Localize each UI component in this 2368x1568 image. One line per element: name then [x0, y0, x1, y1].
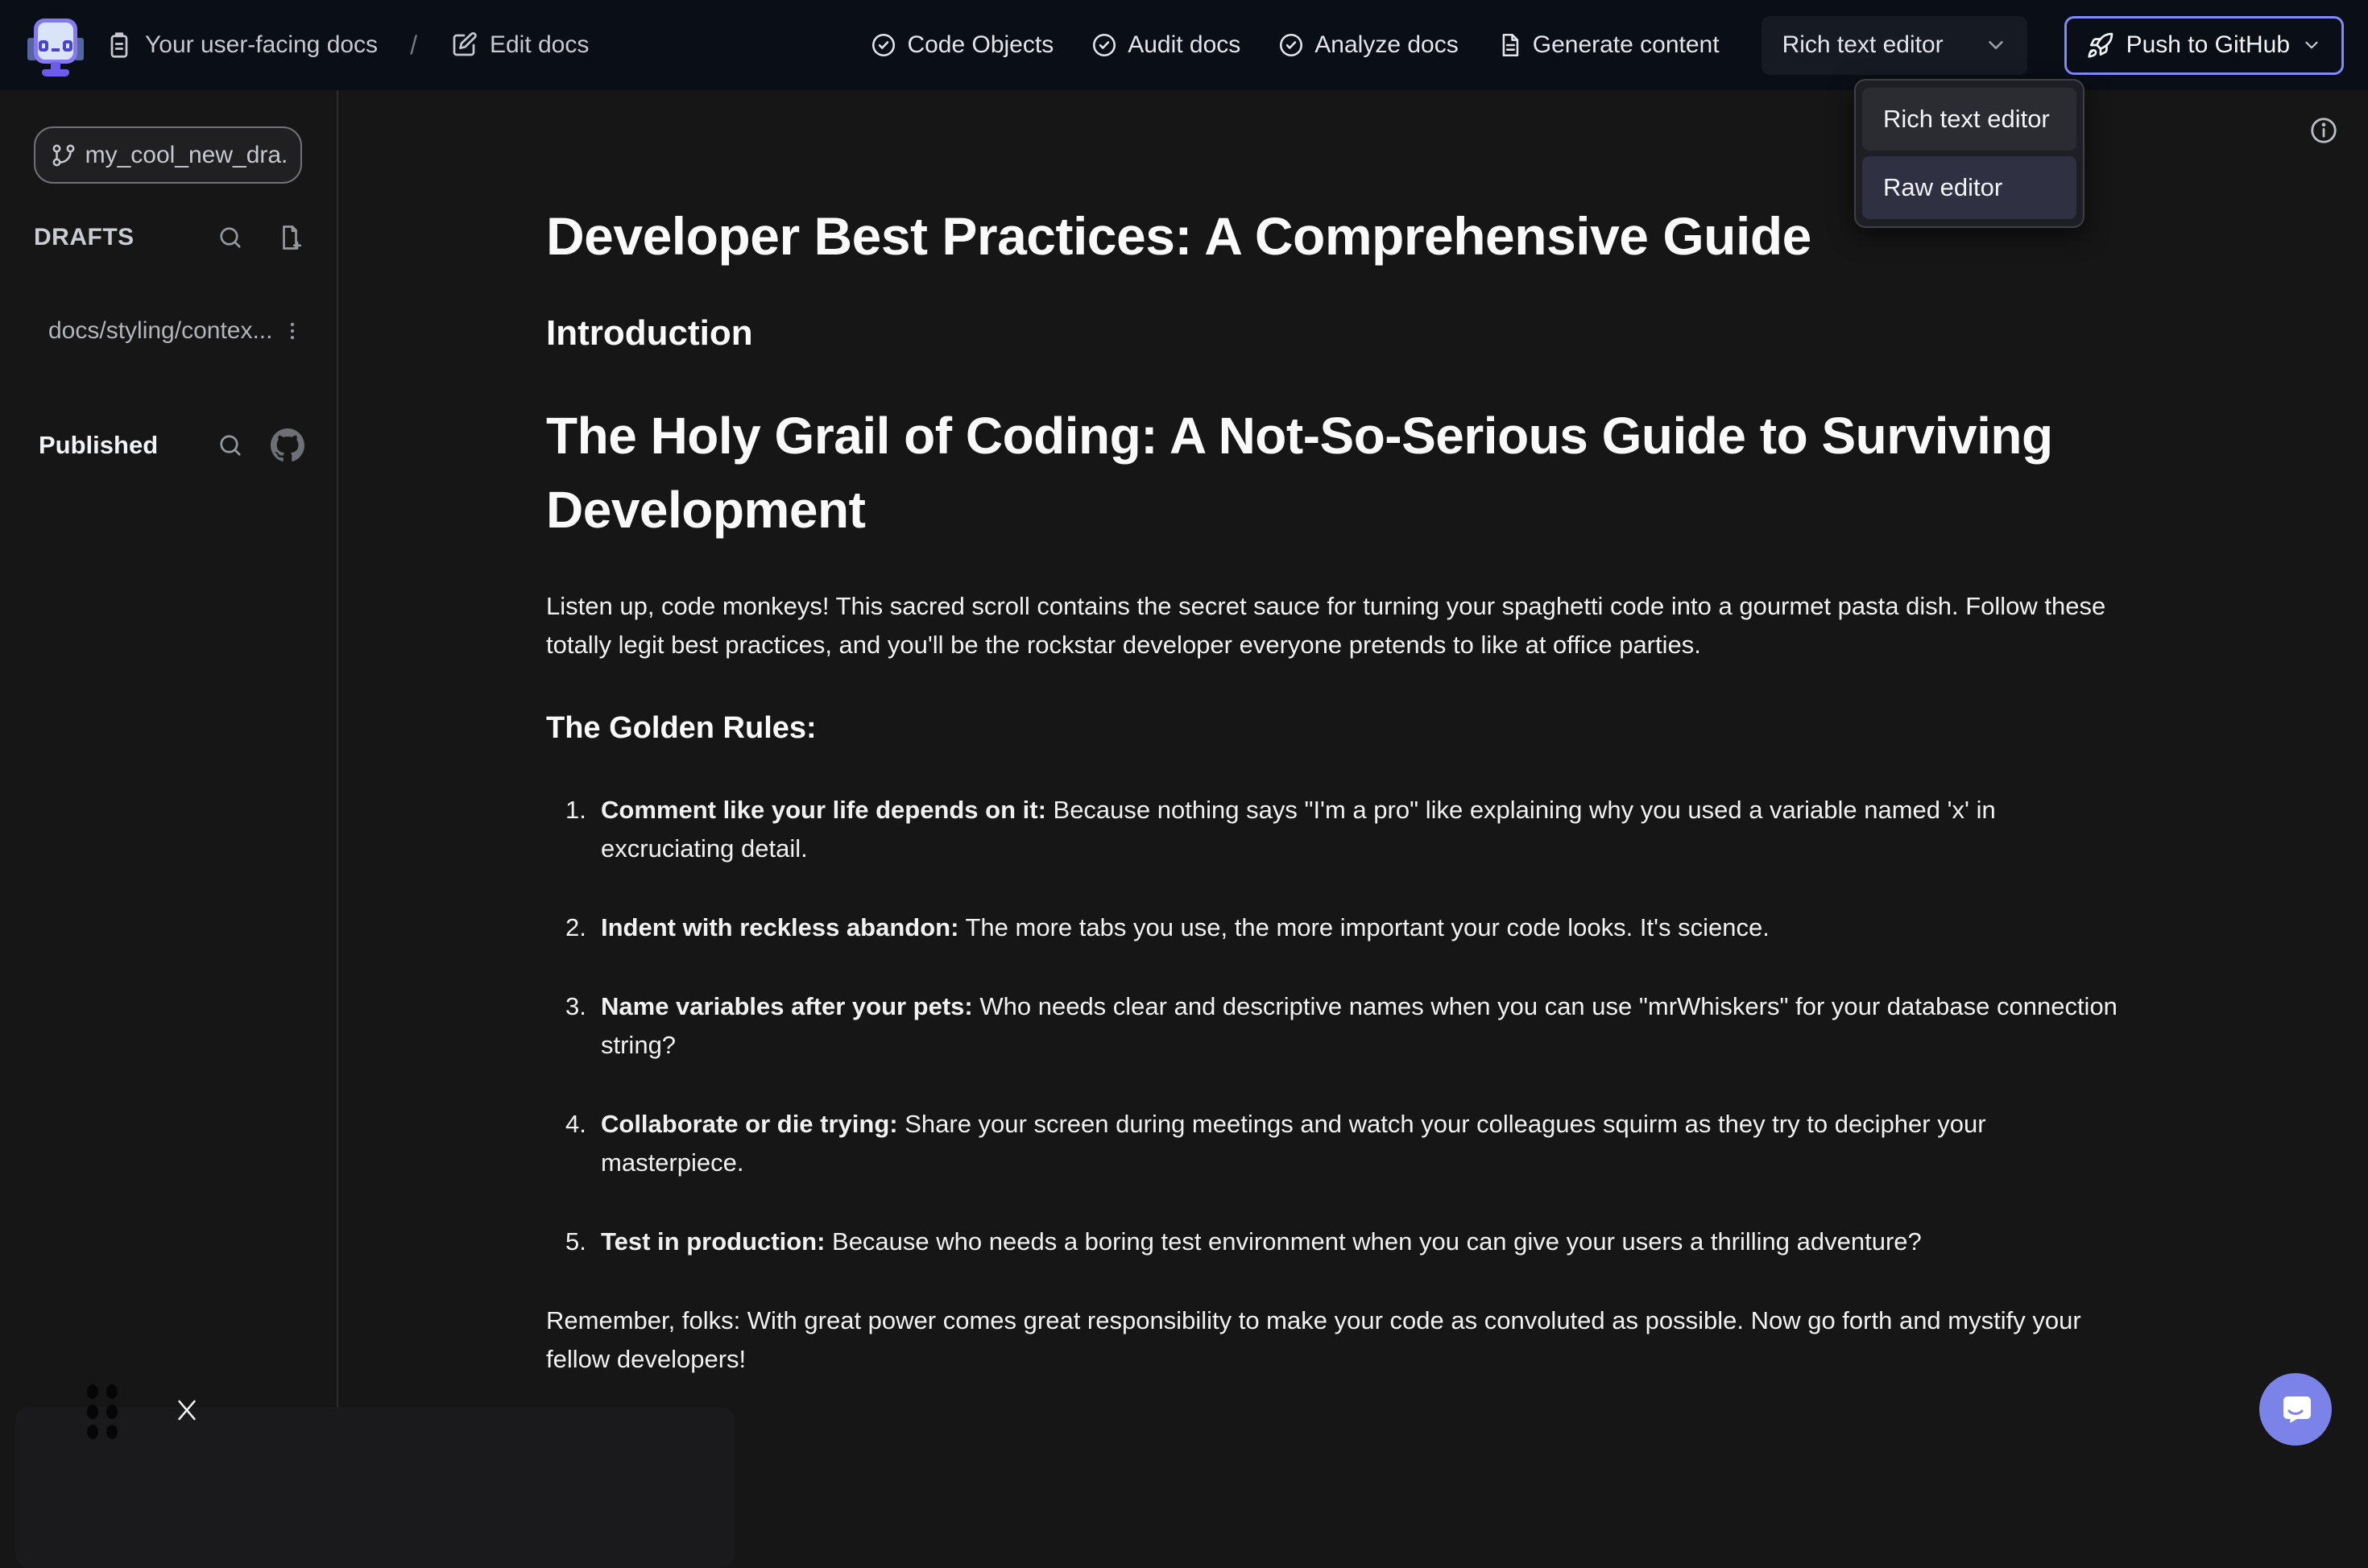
kebab-menu-icon[interactable]: [280, 319, 304, 343]
rule-lead: Indent with reckless abandon:: [601, 913, 958, 941]
document-preview: Developer Best Practices: A Comprehensiv…: [546, 90, 2122, 1379]
github-icon[interactable]: [271, 428, 304, 462]
rule-lead: Comment like your life depends on it:: [601, 796, 1046, 824]
rule-text: Because who needs a boring test environm…: [825, 1227, 1921, 1256]
breadcrumb-edit-docs[interactable]: Edit docs: [449, 31, 589, 60]
document-icon: [1496, 31, 1523, 59]
analyze-docs-button[interactable]: Analyze docs: [1277, 31, 1458, 59]
search-drafts-icon[interactable]: [216, 223, 245, 252]
rule-item: Indent with reckless abandon: The more t…: [601, 908, 2122, 947]
closing-paragraph: Remember, folks: With great power comes …: [546, 1301, 2122, 1379]
push-to-github-button[interactable]: Push to GitHub: [2064, 16, 2344, 75]
new-draft-icon[interactable]: [275, 223, 304, 252]
breadcrumb-user-docs[interactable]: Your user-facing docs: [105, 31, 378, 60]
rule-lead: Collaborate or die trying:: [601, 1110, 898, 1138]
close-icon[interactable]: [172, 1395, 202, 1425]
intro-heading: Introduction: [546, 313, 2122, 354]
search-published-icon[interactable]: [216, 431, 245, 460]
edit-icon: [449, 31, 478, 60]
info-icon[interactable]: [2308, 115, 2339, 146]
check-circle-icon: [870, 31, 897, 59]
rule-item: Name variables after your pets: Who need…: [601, 987, 2122, 1065]
git-branch-icon: [50, 142, 76, 169]
bottom-overlay-panel: [15, 1407, 735, 1568]
generate-content-button[interactable]: Generate content: [1496, 31, 1720, 59]
audit-docs-button[interactable]: Audit docs: [1091, 31, 1240, 59]
chat-launcher-button[interactable]: [2259, 1373, 2332, 1446]
clipboard-icon: [105, 31, 134, 60]
top-navbar: Your user-facing docs / Edit docs Code O…: [0, 0, 2368, 90]
rocket-icon: [2086, 31, 2115, 60]
sidebar: my_cool_new_dra... DRAFTS docs/styling/c…: [0, 90, 338, 1482]
check-circle-icon: [1091, 31, 1118, 59]
rule-item: Comment like your life depends on it: Be…: [601, 791, 2122, 868]
breadcrumb-separator: /: [410, 31, 417, 60]
check-circle-icon: [1277, 31, 1305, 59]
draft-item-label: docs/styling/contex...: [48, 317, 272, 345]
chat-bubble-icon: [2276, 1390, 2315, 1429]
rules-heading: The Golden Rules:: [546, 711, 2122, 746]
menu-item-raw-editor[interactable]: Raw editor: [1862, 156, 2076, 219]
editor-mode-menu: Rich text editor Raw editor: [1854, 79, 2084, 228]
published-section-header: Published: [39, 428, 304, 462]
branch-name: my_cool_new_dra...: [85, 142, 286, 169]
rule-text: The more tabs you use, the more importan…: [958, 913, 1769, 941]
editor-mode-value: Rich text editor: [1782, 31, 1944, 59]
rule-lead: Test in production:: [601, 1227, 825, 1256]
generate-content-label: Generate content: [1533, 31, 1720, 59]
rule-item: Collaborate or die trying: Share your sc…: [601, 1105, 2122, 1182]
breadcrumb-label: Edit docs: [490, 31, 589, 59]
editor-mode-select[interactable]: Rich text editor: [1762, 16, 2027, 75]
chevron-down-icon: [2301, 35, 2322, 56]
lead-paragraph: Listen up, code monkeys! This sacred scr…: [546, 587, 2122, 664]
app-logo-robot-icon[interactable]: [27, 14, 84, 77]
code-objects-button[interactable]: Code Objects: [870, 31, 1054, 59]
draft-list-item[interactable]: docs/styling/contex...: [34, 317, 304, 345]
audit-docs-label: Audit docs: [1128, 31, 1240, 59]
published-title: Published: [39, 431, 158, 460]
drafts-title: DRAFTS: [34, 224, 135, 251]
analyze-docs-label: Analyze docs: [1314, 31, 1458, 59]
rules-list: Comment like your life depends on it: Be…: [546, 791, 2122, 1261]
rule-lead: Name variables after your pets:: [601, 992, 973, 1020]
breadcrumb-label: Your user-facing docs: [145, 31, 378, 59]
main-heading: The Holy Grail of Coding: A Not-So-Serio…: [546, 399, 2122, 547]
drafts-section-header: DRAFTS: [34, 223, 304, 252]
branch-selector[interactable]: my_cool_new_dra...: [34, 126, 302, 184]
menu-item-rich-text-editor[interactable]: Rich text editor: [1862, 88, 2076, 151]
rule-item: Test in production: Because who needs a …: [601, 1223, 2122, 1261]
push-to-github-label: Push to GitHub: [2126, 31, 2290, 59]
drag-handle-icon[interactable]: [85, 1384, 122, 1440]
chevron-down-icon: [1984, 33, 2008, 57]
code-objects-label: Code Objects: [907, 31, 1054, 59]
